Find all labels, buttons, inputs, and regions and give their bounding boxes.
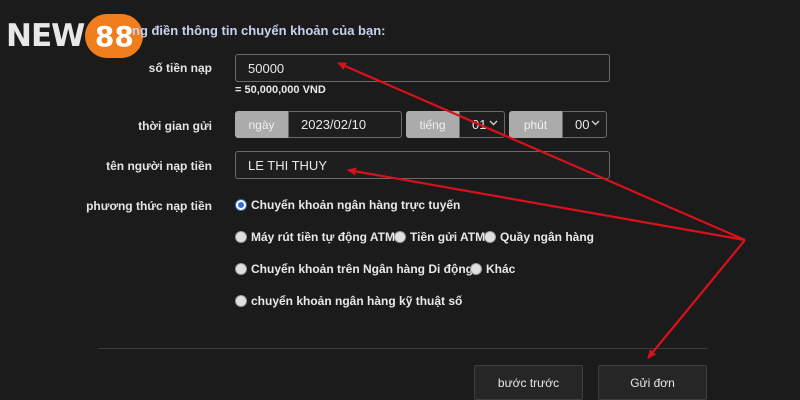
radio-checked-icon [235, 199, 247, 211]
submit-button[interactable]: Gửi đơn [598, 365, 707, 400]
radio-label: Khác [486, 262, 516, 276]
radio-label: Quầy ngân hàng [500, 230, 595, 244]
radio-icon [235, 231, 247, 243]
radio-label: chuyển khoản ngân hàng kỹ thuật số [251, 294, 463, 308]
name-input[interactable]: LE THI THUY [235, 151, 610, 179]
form-divider [98, 348, 708, 349]
radio-icon [235, 295, 247, 307]
day-addon: ngày [235, 111, 288, 138]
radio-label: Tiền gửi ATM [410, 230, 486, 244]
radio-icon [394, 231, 406, 243]
radio-icon [484, 231, 496, 243]
hour-addon: tiếng [406, 111, 459, 138]
form-heading: ng điền thông tin chuyển khoản của bạn: [132, 23, 386, 38]
radio-bank-counter[interactable]: Quầy ngân hàng [484, 230, 594, 244]
amount-input[interactable]: 50000 [235, 54, 610, 82]
logo-text-88: 88 [94, 19, 134, 53]
radio-icon [235, 263, 247, 275]
name-input-value: LE THI THUY [248, 157, 327, 173]
minute-addon: phút [509, 111, 562, 138]
back-button[interactable]: bước trước [474, 365, 583, 400]
radio-digital-banking[interactable]: chuyển khoản ngân hàng kỹ thuật số [235, 294, 462, 308]
minute-select-value: 00 [575, 117, 590, 132]
amount-label: số tiền nạp [148, 61, 212, 75]
radio-icon [470, 263, 482, 275]
chevron-down-icon [591, 118, 600, 127]
arrow-to-submit [647, 239, 746, 359]
radio-other[interactable]: Khác [470, 262, 515, 276]
brand-logo: NEW 88 [6, 14, 144, 58]
amount-converted: = 50,000,000 VND [235, 84, 326, 96]
day-input-value: 2023/02/10 [301, 117, 367, 132]
minute-select[interactable]: 00 [562, 111, 607, 138]
radio-atm-deposit[interactable]: Tiền gửi ATM [394, 230, 485, 244]
chevron-down-icon [489, 118, 498, 127]
radio-label: Chuyển khoản ngân hàng trực tuyến [251, 198, 461, 212]
radio-label: Chuyển khoản trên Ngân hàng Di động [251, 262, 473, 276]
hour-select-value: 01 [472, 117, 487, 132]
time-label: thời gian gửi [138, 119, 212, 133]
method-label: phương thức nạp tiền [86, 199, 212, 213]
radio-online-transfer[interactable]: Chuyển khoản ngân hàng trực tuyến [235, 198, 460, 212]
hour-select[interactable]: 01 [459, 111, 505, 138]
radio-label: Máy rút tiền tự động ATM [251, 230, 396, 244]
radio-atm-machine[interactable]: Máy rút tiền tự động ATM [235, 230, 395, 244]
day-input[interactable]: 2023/02/10 [288, 111, 402, 138]
logo-text-new: NEW [6, 18, 85, 54]
amount-input-value: 50000 [248, 60, 285, 76]
name-label: tên người nạp tiền [106, 159, 212, 173]
radio-mobile-banking[interactable]: Chuyển khoản trên Ngân hàng Di động [235, 262, 473, 276]
